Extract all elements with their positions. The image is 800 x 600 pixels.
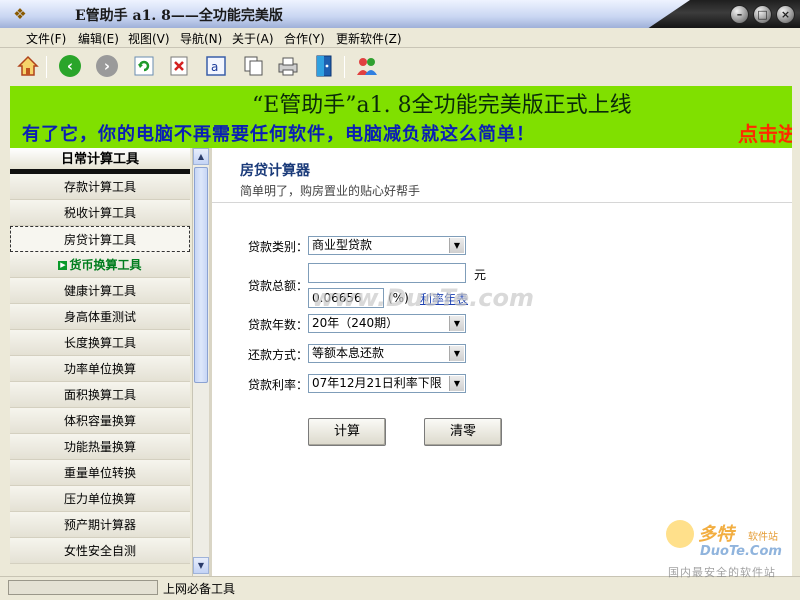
rate-input[interactable]: 0.06656 xyxy=(308,288,384,308)
sidebar-item-deposit[interactable]: 存款计算工具 xyxy=(10,174,190,200)
title-bar[interactable]: ❖ E管助手 a1. 8——全功能完美版 – □ × xyxy=(0,0,800,28)
loan-rate-label: 贷款利率： xyxy=(248,378,309,392)
sidebar-item-power[interactable]: 功率单位换算 xyxy=(10,356,190,382)
menu-update[interactable]: 更新软件(Z) xyxy=(336,30,402,47)
banner-headline: “E管助手”a1. 8全功能完美版正式上线 xyxy=(252,93,632,118)
sidebar-item-area[interactable]: 面积换算工具 xyxy=(10,382,190,408)
divider xyxy=(212,202,792,203)
chevron-down-icon: ▼ xyxy=(449,316,464,331)
menu-view[interactable]: 视图(V) xyxy=(128,30,170,47)
loan-type-select[interactable]: 商业型贷款 ▼ xyxy=(308,236,466,255)
home-icon[interactable] xyxy=(15,53,41,79)
rate-unit: (%) xyxy=(388,291,409,305)
users-icon[interactable] xyxy=(354,53,380,79)
maximize-button[interactable]: □ xyxy=(753,5,772,24)
app-icon: ❖ xyxy=(13,5,27,23)
toolbar-separator xyxy=(46,56,47,78)
forward-icon[interactable]: › xyxy=(94,53,120,79)
sidebar-item-energy[interactable]: 功能热量换算 xyxy=(10,434,190,460)
loan-type-value: 商业型贷款 xyxy=(312,238,373,252)
sidebar-item-mortgage[interactable]: 房贷计算工具 xyxy=(10,226,190,252)
menu-edit[interactable]: 编辑(E) xyxy=(78,30,119,47)
loan-amount-input[interactable] xyxy=(308,263,466,283)
print-icon[interactable] xyxy=(275,53,301,79)
sidebar-item-tax[interactable]: 税收计算工具 xyxy=(10,200,190,226)
sidebar-item-label: 货币换算工具 xyxy=(69,258,142,272)
address-icon[interactable]: a xyxy=(203,53,229,79)
exit-icon[interactable] xyxy=(311,53,337,79)
calculator-panel: 房贷计算器 简单明了，购房置业的贴心好帮手 贷款类别： 商业型贷款 ▼ 元 贷款… xyxy=(212,148,792,576)
sidebar-header[interactable]: 日常计算工具 xyxy=(10,148,190,174)
menu-file[interactable]: 文件(F) xyxy=(26,30,66,47)
sidebar-item-pressure[interactable]: 压力单位换算 xyxy=(10,486,190,512)
menu-bar: 文件(F) 编辑(E) 视图(V) 导航(N) 关于(A) 合作(Y) 更新软件… xyxy=(0,28,800,48)
status-bar: 上网必备工具 xyxy=(0,576,800,600)
page-subtitle: 简单明了，购房置业的贴心好帮手 xyxy=(240,184,421,198)
sidebar: 日常计算工具 存款计算工具 税收计算工具 房贷计算工具 ▶ 货币换算工具 健康计算… xyxy=(10,148,190,576)
scroll-thumb[interactable] xyxy=(194,167,208,383)
close-button[interactable]: × xyxy=(776,5,795,24)
repay-method-value: 等额本息还款 xyxy=(312,346,385,360)
sidebar-item-weight[interactable]: 重量单位转换 xyxy=(10,460,190,486)
sidebar-item-currency[interactable]: ▶ 货币换算工具 xyxy=(10,252,190,278)
chevron-down-icon: ▼ xyxy=(449,346,464,361)
menu-navigate[interactable]: 导航(N) xyxy=(180,30,222,47)
loan-rate-value: 07年12月21日利率下限 xyxy=(312,376,442,390)
calculate-button[interactable]: 计算 xyxy=(308,418,386,446)
clear-button[interactable]: 清零 xyxy=(424,418,502,446)
promo-banner[interactable]: “E管助手”a1. 8全功能完美版正式上线 有了它，你的电脑不再需要任何软件，电… xyxy=(10,86,792,148)
banner-slogan: 有了它，你的电脑不再需要任何软件，电脑减负就这么简单！ xyxy=(22,124,535,145)
window-title: E管助手 a1. 8——全功能完美版 xyxy=(75,8,283,24)
loan-amount-label: 贷款总额： xyxy=(248,279,309,293)
sidebar-item-female-safety[interactable]: 女性安全自测 xyxy=(10,538,190,564)
rate-table-link[interactable]: 利率年表 xyxy=(420,290,468,307)
svg-text:a: a xyxy=(211,60,218,74)
copy-icon[interactable] xyxy=(240,53,266,79)
sidebar-item-length[interactable]: 长度换算工具 xyxy=(10,330,190,356)
sidebar-item-due-date[interactable]: 预产期计算器 xyxy=(10,512,190,538)
minimize-button[interactable]: – xyxy=(730,5,749,24)
loan-type-label: 贷款类别： xyxy=(248,240,309,254)
sidebar-item-volume[interactable]: 体积容量换算 xyxy=(10,408,190,434)
menu-about[interactable]: 关于(A) xyxy=(232,30,274,47)
loan-years-select[interactable]: 20年（240期） ▼ xyxy=(308,314,466,333)
sidebar-scrollbar[interactable]: ▲ ▼ xyxy=(192,148,209,576)
repay-method-select[interactable]: 等额本息还款 ▼ xyxy=(308,344,466,363)
status-text: 上网必备工具 xyxy=(163,582,236,596)
toolbar: ‹ › a xyxy=(0,48,800,86)
banner-click-link[interactable]: 点击进 xyxy=(738,118,792,147)
sidebar-item-health[interactable]: 健康计算工具 xyxy=(10,278,190,304)
menu-cooperate[interactable]: 合作(Y) xyxy=(284,30,325,47)
sidebar-item-height-weight[interactable]: 身高体重测试 xyxy=(10,304,190,330)
page-title: 房贷计算器 xyxy=(240,163,310,179)
chevron-down-icon: ▼ xyxy=(449,376,464,391)
loan-rate-select[interactable]: 07年12月21日利率下限 ▼ xyxy=(308,374,466,393)
back-icon[interactable]: ‹ xyxy=(57,53,83,79)
repay-method-label: 还款方式： xyxy=(248,348,309,362)
scroll-down-button[interactable]: ▼ xyxy=(193,557,209,574)
refresh-icon[interactable] xyxy=(131,53,157,79)
amount-unit: 元 xyxy=(474,268,487,282)
loan-years-label: 贷款年数： xyxy=(248,318,309,332)
stop-icon[interactable] xyxy=(166,53,192,79)
arrow-marker-icon: ▶ xyxy=(58,261,68,270)
chevron-down-icon: ▼ xyxy=(449,238,464,253)
loan-years-value: 20年（240期） xyxy=(312,316,399,330)
scroll-up-button[interactable]: ▲ xyxy=(193,148,209,165)
toolbar-separator xyxy=(344,56,345,78)
status-progress xyxy=(8,580,158,595)
